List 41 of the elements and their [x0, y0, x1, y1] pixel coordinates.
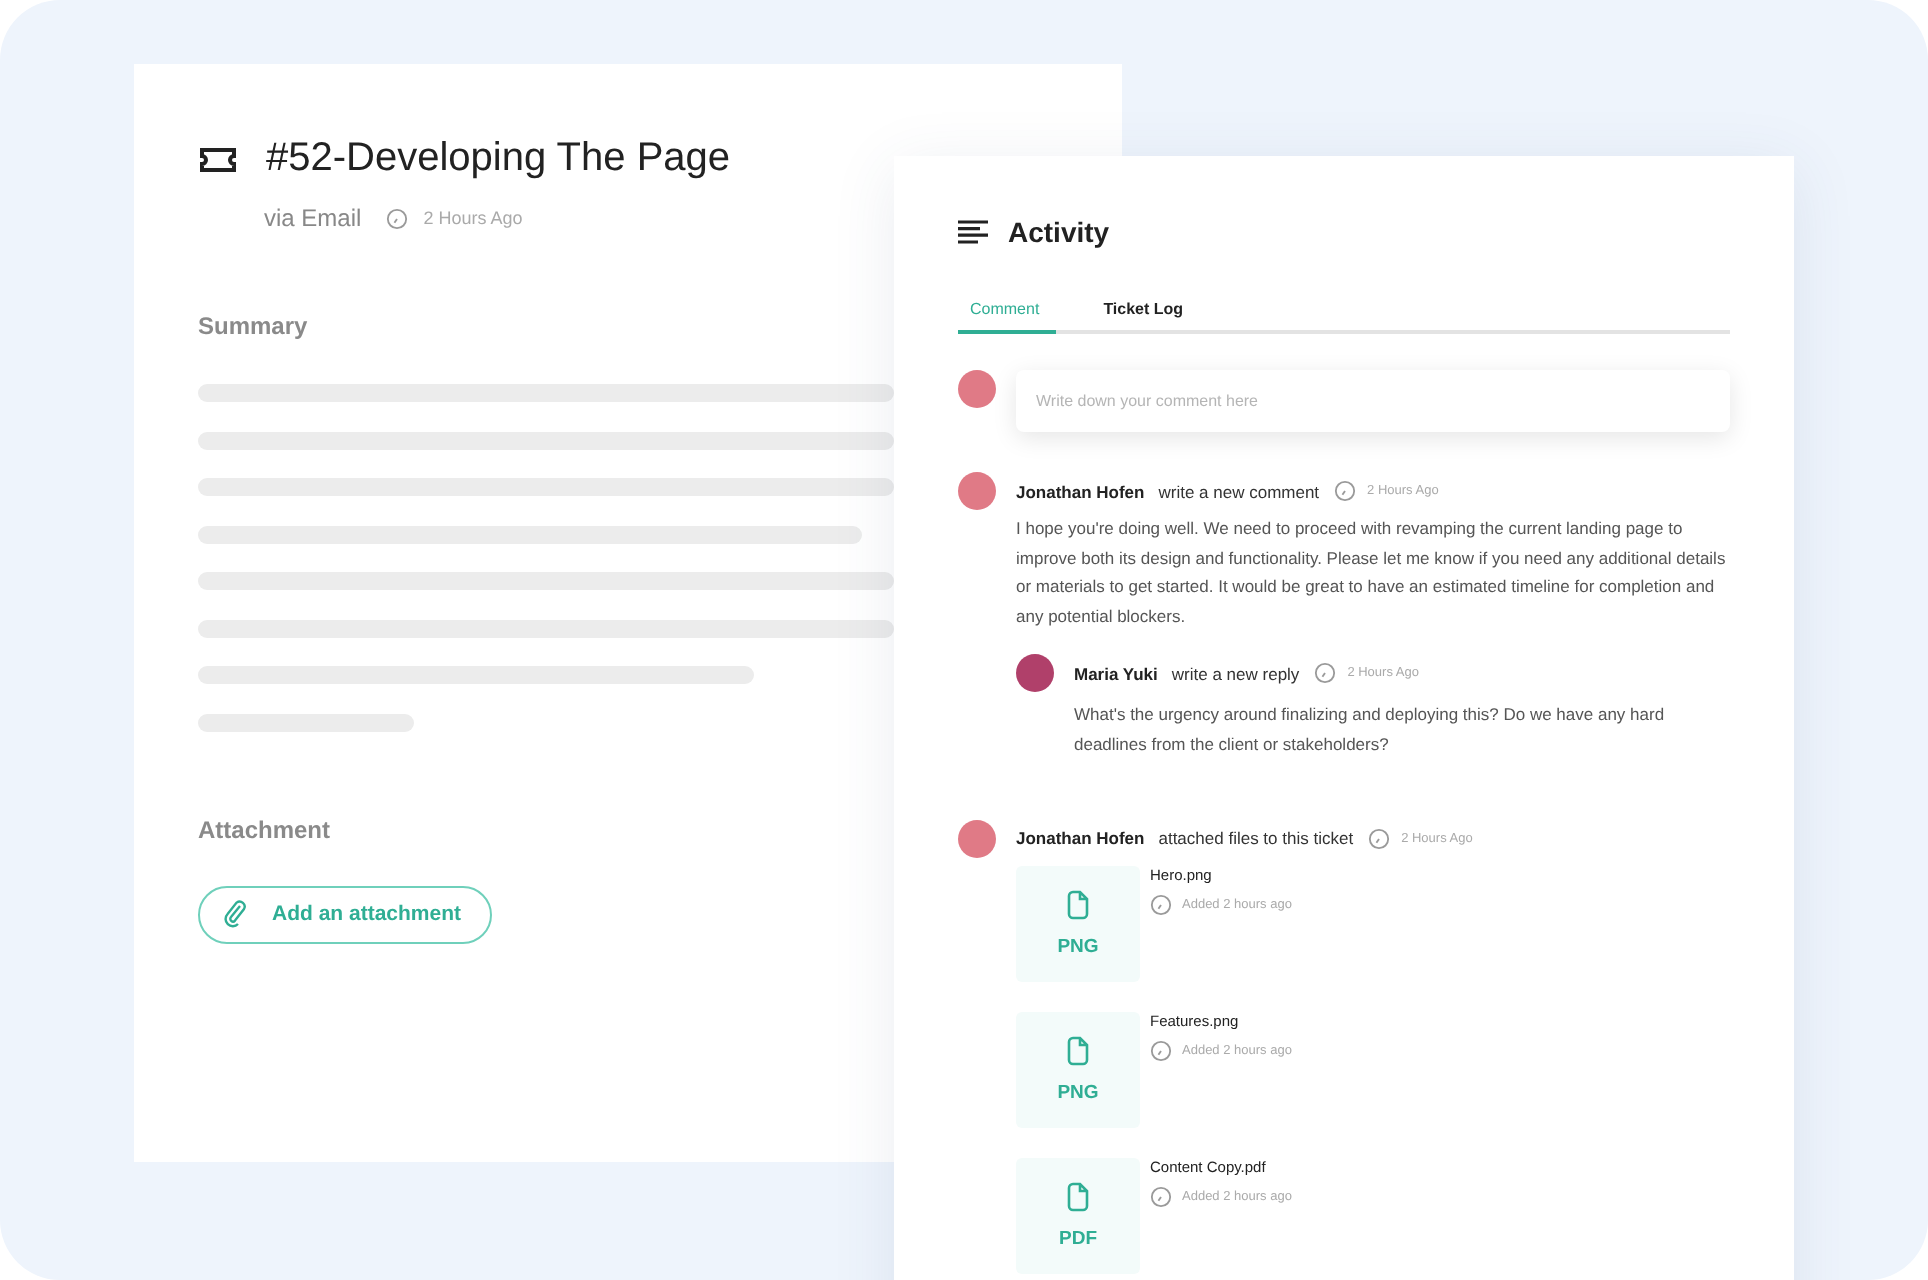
- file-type: PNG: [1057, 935, 1099, 958]
- avatar: [958, 472, 996, 510]
- clock-icon: [1367, 827, 1390, 850]
- tab[interactable]: Ticket Log: [1103, 296, 1184, 334]
- ticket-icon: [198, 145, 238, 173]
- avatar: [1016, 654, 1054, 693]
- activity-action: attached files to this ticket: [1158, 828, 1354, 849]
- comment-text: I hope you're doing well. We need to proceed with revamping the current landing page to improve both its design and functionality. Please let me know if you need any additional details or materials to get started. It would be great to have an estimated timeline for completion and any potential blockers.: [1016, 516, 1728, 630]
- file-type: PDF: [1059, 1227, 1097, 1250]
- clock-icon: [1150, 893, 1172, 916]
- menu-lines-icon: [958, 220, 988, 244]
- file-icon: [1066, 1035, 1090, 1066]
- paperclip-icon: [224, 900, 248, 928]
- file-thumbnail[interactable]: PNG: [1016, 865, 1140, 982]
- avatar: [958, 819, 996, 858]
- clock-icon: [1150, 1039, 1172, 1062]
- file-icon: [1066, 1181, 1090, 1212]
- file-type: PNG: [1057, 1081, 1099, 1104]
- file-thumbnail[interactable]: PDF: [1016, 1157, 1140, 1274]
- add-attachment-button[interactable]: Add an attachment: [198, 885, 492, 943]
- panel-title: Activity: [1008, 216, 1110, 248]
- file-icon: [1066, 889, 1090, 920]
- clock-icon: [1333, 480, 1356, 502]
- section-label: Attachment: [198, 815, 331, 843]
- clock-icon: [385, 207, 408, 229]
- clock-icon: [1150, 1185, 1172, 1208]
- avatar: [958, 370, 996, 408]
- activity-action: write a new comment: [1158, 481, 1320, 501]
- reply-text: What's the urgency around finalizing and deploying this? Do we have any hard deadlines from the client or stakeholders?: [1074, 702, 1667, 758]
- ticket-title: #52-Developing The Page: [266, 136, 731, 182]
- author-name: Jonathan Hofen: [1016, 828, 1145, 849]
- tab[interactable]: Comment: [958, 296, 1056, 334]
- author-name: Jonathan Hofen: [1016, 481, 1145, 501]
- file-thumbnail[interactable]: PNG: [1016, 1011, 1140, 1128]
- ticket-source: via Email: [264, 204, 362, 232]
- comment-input[interactable]: Write down your comment here: [1016, 370, 1730, 432]
- author-name: Maria Yuki: [1074, 663, 1158, 684]
- clock-icon: [1313, 662, 1336, 685]
- timestamp: 2 Hours Ago: [423, 208, 523, 228]
- activity-action: write a new reply: [1171, 663, 1300, 684]
- section-label: Summary: [198, 312, 308, 340]
